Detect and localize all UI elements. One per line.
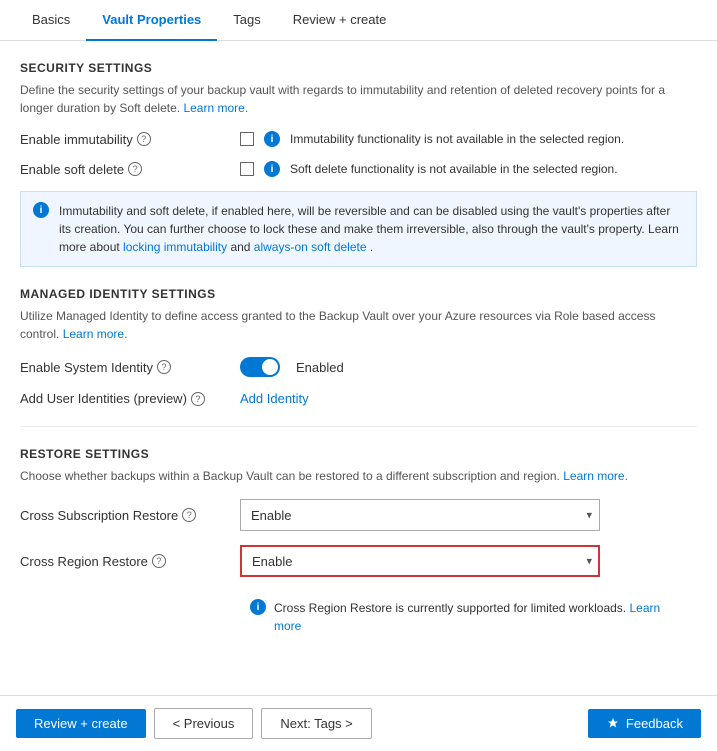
- security-section: SECURITY SETTINGS Define the security se…: [20, 61, 697, 267]
- system-identity-label: Enable System Identity ?: [20, 360, 240, 375]
- immutability-help-icon[interactable]: ?: [137, 132, 151, 146]
- review-create-button[interactable]: Review + create: [16, 709, 146, 738]
- restore-section: RESTORE SETTINGS Choose whether backups …: [20, 447, 697, 643]
- restore-learn-more[interactable]: Learn more.: [563, 469, 628, 483]
- managed-identity-learn-more[interactable]: Learn more.: [63, 327, 128, 341]
- locking-immutability-link[interactable]: locking immutability: [123, 240, 227, 254]
- soft-delete-info-icon: i: [264, 161, 280, 177]
- cross-region-info-text: Cross Region Restore is currently suppor…: [274, 599, 687, 635]
- previous-button[interactable]: < Previous: [154, 708, 254, 739]
- info-box-icon: i: [33, 202, 49, 218]
- security-description: Define the security settings of your bac…: [20, 81, 697, 117]
- cross-region-select-wrapper: Enable Disable ▾: [240, 545, 600, 577]
- cross-region-select[interactable]: Enable Disable: [240, 545, 600, 577]
- soft-delete-label: Enable soft delete ?: [20, 162, 240, 177]
- soft-delete-info-text: Soft delete functionality is not availab…: [290, 162, 618, 176]
- security-learn-more[interactable]: Learn more.: [183, 101, 248, 115]
- soft-delete-control: i Soft delete functionality is not avail…: [240, 161, 618, 177]
- security-title: SECURITY SETTINGS: [20, 61, 697, 75]
- cross-region-info-icon: i: [250, 599, 266, 615]
- next-tags-button[interactable]: Next: Tags >: [261, 708, 371, 739]
- main-content: SECURITY SETTINGS Define the security se…: [0, 41, 717, 695]
- cross-region-info-box: i Cross Region Restore is currently supp…: [240, 591, 697, 643]
- always-on-soft-delete-link[interactable]: always-on soft delete: [254, 240, 367, 254]
- cross-subscription-control: Enable Disable ▾: [240, 499, 600, 531]
- feedback-icon: [606, 717, 620, 731]
- immutability-checkbox[interactable]: [240, 132, 254, 146]
- user-identities-control: Add Identity: [240, 391, 309, 406]
- divider-1: [20, 426, 697, 427]
- soft-delete-row: Enable soft delete ? i Soft delete funct…: [20, 161, 697, 177]
- tab-bar: Basics Vault Properties Tags Review + cr…: [0, 0, 717, 41]
- immutability-label: Enable immutability ?: [20, 132, 240, 147]
- restore-title: RESTORE SETTINGS: [20, 447, 697, 461]
- tab-basics[interactable]: Basics: [16, 0, 86, 41]
- user-identities-row: Add User Identities (preview) ? Add Iden…: [20, 391, 697, 406]
- system-identity-status: Enabled: [296, 360, 344, 375]
- immutability-info-text: Immutability functionality is not availa…: [290, 132, 624, 146]
- feedback-button[interactable]: Feedback: [588, 709, 701, 738]
- restore-description: Choose whether backups within a Backup V…: [20, 467, 697, 485]
- system-identity-toggle[interactable]: [240, 357, 280, 377]
- tab-vault-properties[interactable]: Vault Properties: [86, 0, 217, 41]
- managed-identity-section: MANAGED IDENTITY SETTINGS Utilize Manage…: [20, 287, 697, 406]
- system-identity-control: Enabled: [240, 357, 344, 377]
- soft-delete-checkbox[interactable]: [240, 162, 254, 176]
- user-identities-label: Add User Identities (preview) ?: [20, 391, 240, 406]
- immutability-control: i Immutability functionality is not avai…: [240, 131, 624, 147]
- system-identity-help-icon[interactable]: ?: [157, 360, 171, 374]
- cross-region-control: Enable Disable ▾: [240, 545, 600, 577]
- footer: Review + create < Previous Next: Tags > …: [0, 695, 717, 751]
- info-box-text: Immutability and soft delete, if enabled…: [59, 202, 684, 256]
- system-identity-row: Enable System Identity ? Enabled: [20, 357, 697, 377]
- soft-delete-help-icon[interactable]: ?: [128, 162, 142, 176]
- cross-subscription-select[interactable]: Enable Disable: [240, 499, 600, 531]
- cross-subscription-help-icon[interactable]: ?: [182, 508, 196, 522]
- immutability-info-icon: i: [264, 131, 280, 147]
- cross-subscription-row: Cross Subscription Restore ? Enable Disa…: [20, 499, 697, 531]
- add-identity-link[interactable]: Add Identity: [240, 391, 309, 406]
- cross-subscription-select-wrapper: Enable Disable ▾: [240, 499, 600, 531]
- managed-identity-title: MANAGED IDENTITY SETTINGS: [20, 287, 697, 301]
- tab-tags[interactable]: Tags: [217, 0, 276, 41]
- cross-region-row: Cross Region Restore ? Enable Disable ▾: [20, 545, 697, 577]
- tab-review-create[interactable]: Review + create: [277, 0, 403, 41]
- cross-region-help-icon[interactable]: ?: [152, 554, 166, 568]
- cross-region-label: Cross Region Restore ?: [20, 554, 240, 569]
- user-identities-help-icon[interactable]: ?: [191, 392, 205, 406]
- cross-subscription-label: Cross Subscription Restore ?: [20, 508, 240, 523]
- immutability-row: Enable immutability ? i Immutability fun…: [20, 131, 697, 147]
- managed-identity-description: Utilize Managed Identity to define acces…: [20, 307, 697, 343]
- security-info-box: i Immutability and soft delete, if enabl…: [20, 191, 697, 267]
